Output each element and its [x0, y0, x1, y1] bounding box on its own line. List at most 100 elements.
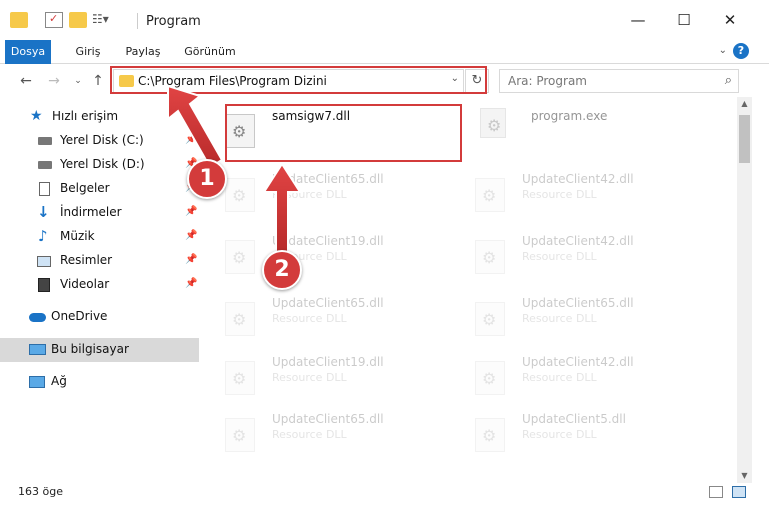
sidebar-item-label: Yerel Disk (C:): [60, 133, 144, 147]
file-name: UpdateClient42.dll: [522, 172, 634, 186]
file-item-program-exe[interactable]: program.exe: [465, 100, 705, 158]
scroll-down-arrow[interactable]: ▼: [737, 469, 752, 483]
sidebar-item-label: Videolar: [60, 277, 110, 291]
pin-icon[interactable]: 📌: [185, 134, 197, 145]
tab-gorunum[interactable]: Görünüm: [180, 40, 240, 64]
step-badge-1: 1: [187, 159, 227, 199]
help-button[interactable]: ?: [733, 43, 749, 59]
file-name: UpdateClient19.dll: [272, 355, 384, 369]
dll-file-icon: [475, 178, 505, 212]
file-type: Resource DLL: [522, 250, 597, 263]
sidebar-item-label: Belgeler: [60, 181, 110, 195]
recent-locations-button[interactable]: ⌄: [68, 71, 88, 91]
file-item[interactable]: UpdateClient42.dll Resource DLL: [460, 162, 700, 220]
sidebar-item-quick-access[interactable]: ★ Hızlı erişim: [0, 105, 199, 129]
file-name: UpdateClient65.dll: [272, 412, 384, 426]
search-input[interactable]: Ara: Program ⌕: [499, 69, 739, 93]
sidebar-item-network[interactable]: Ağ: [0, 370, 199, 394]
file-type: Resource DLL: [522, 371, 597, 384]
cloud-icon: [29, 313, 46, 322]
tiles-view-button[interactable]: [732, 486, 746, 498]
file-type: Resource DLL: [272, 188, 347, 201]
dll-file-icon: [475, 361, 505, 395]
dll-file-icon: [475, 418, 505, 452]
dll-file-icon: [225, 418, 255, 452]
sidebar-item-label: OneDrive: [51, 309, 108, 323]
sidebar-item-videos[interactable]: Videolar 📌: [0, 273, 199, 297]
search-placeholder: Ara: Program: [508, 74, 587, 88]
sidebar-item-documents[interactable]: Belgeler 📌: [0, 177, 199, 201]
back-button[interactable]: ←: [16, 71, 36, 91]
sidebar-item-label: Hızlı erişim: [52, 109, 119, 123]
dll-file-icon: [225, 240, 255, 274]
file-item[interactable]: UpdateClient65.dll Resource DLL: [210, 402, 450, 460]
sidebar-item-label: Bu bilgisayar: [51, 342, 129, 356]
vertical-scrollbar[interactable]: ▲ ▼: [737, 97, 752, 483]
dll-file-icon: [225, 178, 255, 212]
new-folder-icon[interactable]: [69, 12, 87, 28]
window-title: Program: [146, 14, 201, 29]
file-name: UpdateClient65.dll: [522, 296, 634, 310]
tab-dosya[interactable]: Dosya: [5, 40, 51, 64]
file-name: UpdateClient65.dll: [272, 296, 384, 310]
file-name: UpdateClient42.dll: [522, 355, 634, 369]
scroll-thumb[interactable]: [739, 115, 750, 163]
ribbon-tabs: Dosya Giriş Paylaş Görünüm ⌄ ?: [0, 40, 769, 64]
file-item[interactable]: UpdateClient5.dll Resource DLL: [460, 402, 700, 460]
file-name: UpdateClient19.dll: [272, 234, 384, 248]
dll-file-icon: [225, 361, 255, 395]
music-icon: ♪: [38, 227, 48, 245]
sidebar-item-this-pc[interactable]: Bu bilgisayar: [0, 338, 199, 362]
file-item[interactable]: UpdateClient19.dll Resource DLL: [210, 345, 450, 403]
folder-icon: [10, 12, 28, 28]
file-name: UpdateClient65.dll: [272, 172, 384, 186]
pin-icon[interactable]: 📌: [185, 254, 197, 265]
file-item[interactable]: UpdateClient42.dll Resource DLL: [460, 345, 700, 403]
dll-file-icon: [225, 302, 255, 336]
tab-giris[interactable]: Giriş: [68, 40, 108, 64]
file-item[interactable]: UpdateClient65.dll Resource DLL: [210, 286, 450, 344]
file-item[interactable]: UpdateClient65.dll Resource DLL: [210, 162, 450, 220]
file-type: Resource DLL: [272, 428, 347, 441]
sidebar-item-downloads[interactable]: ↓ İndirmeler 📌: [0, 201, 199, 225]
close-button[interactable]: ✕: [707, 0, 753, 40]
file-item[interactable]: UpdateClient65.dll Resource DLL: [460, 286, 700, 344]
details-view-button[interactable]: [709, 486, 723, 498]
exe-file-icon: [480, 108, 506, 138]
sidebar-item-music[interactable]: ♪ Müzik 📌: [0, 225, 199, 249]
sidebar-item-label: Ağ: [51, 374, 67, 388]
pin-icon[interactable]: 📌: [185, 230, 197, 241]
pin-icon[interactable]: 📌: [185, 278, 197, 289]
file-type: Resource DLL: [522, 188, 597, 201]
file-type: Resource DLL: [272, 371, 347, 384]
picture-icon: [37, 256, 51, 267]
dll-file-icon: [475, 240, 505, 274]
forward-button[interactable]: →: [44, 71, 64, 91]
status-bar: 163 öge: [0, 483, 769, 503]
item-count: 163 öge: [18, 485, 63, 498]
maximize-button[interactable]: ☐: [661, 0, 707, 40]
tab-paylas[interactable]: Paylaş: [120, 40, 166, 64]
video-icon: [38, 278, 50, 292]
sidebar-item-onedrive[interactable]: OneDrive: [0, 305, 199, 329]
computer-icon: [29, 344, 46, 355]
sidebar-item-label: Yerel Disk (D:): [60, 157, 145, 171]
customize-quick-access-icon[interactable]: ☷▾: [92, 12, 110, 28]
properties-icon[interactable]: ✓: [45, 12, 63, 28]
dll-file-icon: [475, 302, 505, 336]
file-item[interactable]: UpdateClient42.dll Resource DLL: [460, 224, 700, 282]
minimize-button[interactable]: —: [615, 0, 661, 40]
sidebar-item-label: Resimler: [60, 253, 113, 267]
pin-icon[interactable]: 📌: [185, 206, 197, 217]
up-button[interactable]: ↑: [88, 71, 108, 91]
network-icon: [29, 376, 45, 388]
file-type: Resource DLL: [522, 428, 597, 441]
download-icon: ↓: [37, 203, 50, 221]
expand-ribbon-icon[interactable]: ⌄: [719, 45, 727, 56]
sidebar-item-pictures[interactable]: Resimler 📌: [0, 249, 199, 273]
sidebar-item-disk-c[interactable]: Yerel Disk (C:) 📌: [0, 129, 199, 153]
sidebar-item-disk-d[interactable]: Yerel Disk (D:) 📌: [0, 153, 199, 177]
file-item[interactable]: UpdateClient19.dll Resource DLL: [210, 224, 450, 282]
address-highlight-box: [110, 66, 487, 94]
scroll-up-arrow[interactable]: ▲: [737, 97, 752, 111]
